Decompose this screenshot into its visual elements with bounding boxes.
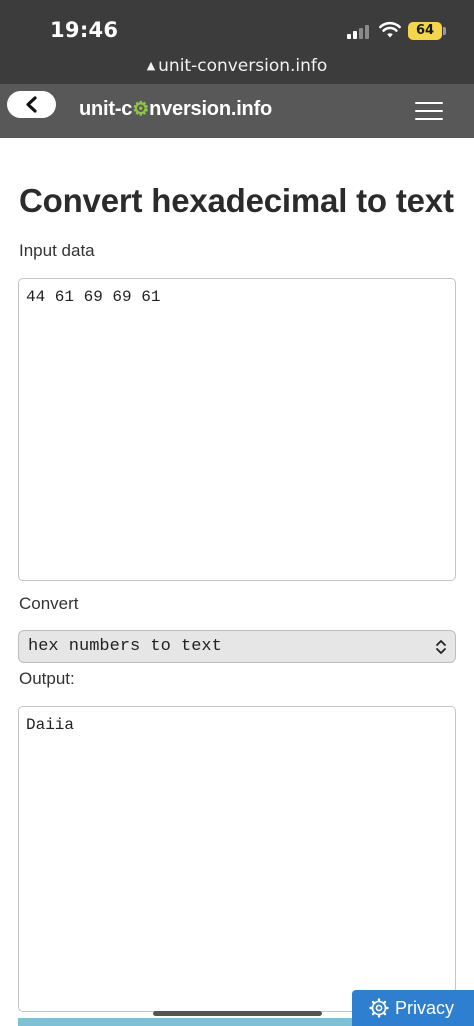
wifi-icon [379, 21, 401, 38]
site-header: unit-c⚙nversion.info [0, 84, 474, 138]
address-bar[interactable]: ▲ unit-conversion.info [0, 56, 474, 76]
logo-text-prefix: unit-c [79, 98, 133, 120]
privacy-button[interactable]: Privacy [352, 990, 474, 1026]
battery-indicator: 64 [408, 22, 442, 40]
convert-select[interactable]: hex numbers to text [18, 630, 456, 663]
battery-tip [443, 27, 446, 35]
page-title: Convert hexadecimal to text [19, 182, 454, 219]
convert-select-value: hex numbers to text [28, 637, 222, 656]
privacy-label: Privacy [395, 998, 455, 1018]
back-chevron-icon [26, 96, 37, 113]
output-label: Output: [19, 669, 75, 688]
logo-text-suffix: nversion.info [149, 98, 273, 120]
logo-gear-icon: ⚙ [132, 99, 150, 120]
hamburger-menu-icon[interactable] [412, 100, 446, 122]
chevron-updown-icon [436, 640, 446, 654]
input-label: Input data [19, 241, 95, 260]
address-url: unit-conversion.info [158, 56, 328, 76]
gear-icon [369, 998, 389, 1018]
status-time: 19:46 [50, 18, 119, 42]
site-logo[interactable]: unit-c⚙nversion.info [79, 98, 272, 121]
battery-level: 64 [415, 23, 435, 38]
input-textarea[interactable]: 44 61 69 69 61 [18, 278, 456, 581]
convert-label: Convert [19, 594, 79, 613]
lock-icon: ▲ [146, 59, 156, 72]
back-button[interactable] [7, 91, 56, 118]
signal-icon [347, 24, 371, 39]
home-indicator [153, 1011, 322, 1016]
status-bar: 19:46 64 ▲ unit-conversion.info [0, 0, 474, 84]
output-textarea[interactable]: Daiia [18, 706, 456, 1012]
